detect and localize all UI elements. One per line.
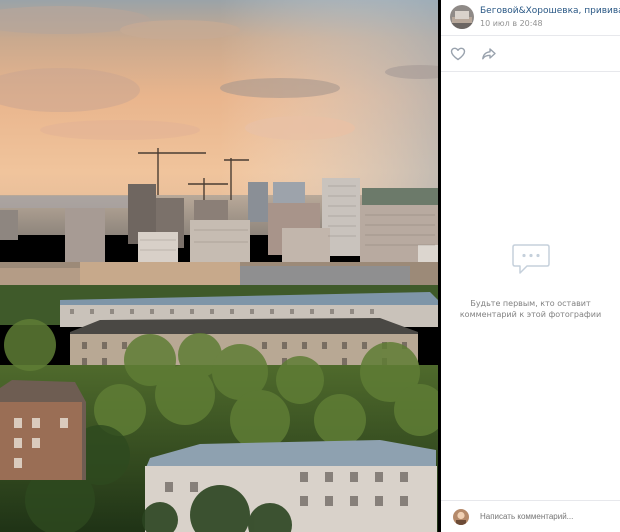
post-actions xyxy=(441,36,620,72)
comment-input[interactable] xyxy=(478,511,612,522)
community-name-link[interactable]: Беговой&Хорошевка, прививайся! xyxy=(480,7,620,16)
comments-empty-state: Будьте первым, кто оставит комментарий к… xyxy=(441,72,620,500)
photo-viewer: Беговой&Хорошевка, прививайся! 10 июл в … xyxy=(0,0,620,532)
photo[interactable] xyxy=(0,0,438,532)
share-arrow-icon xyxy=(482,47,496,59)
post-date[interactable]: 10 июл в 20:48 xyxy=(480,20,620,28)
city-skyline-photo xyxy=(0,0,438,532)
community-avatar[interactable] xyxy=(450,5,474,29)
comments-bubble-icon xyxy=(511,242,551,282)
user-avatar xyxy=(453,508,469,525)
post-header: Беговой&Хорошевка, прививайся! 10 июл в … xyxy=(441,0,620,36)
like-button[interactable] xyxy=(450,46,466,62)
comments-empty-text: Будьте первым, кто оставит комментарий к… xyxy=(456,298,606,320)
photo-side-panel: Беговой&Хорошевка, прививайся! 10 июл в … xyxy=(441,0,620,532)
comment-composer xyxy=(441,500,620,532)
heart-icon xyxy=(450,47,466,60)
share-button[interactable] xyxy=(481,46,497,62)
comments-empty-line-1: Будьте первым, кто оставит xyxy=(470,299,591,308)
comments-empty-line-2: комментарий к этой фотографии xyxy=(459,310,602,319)
